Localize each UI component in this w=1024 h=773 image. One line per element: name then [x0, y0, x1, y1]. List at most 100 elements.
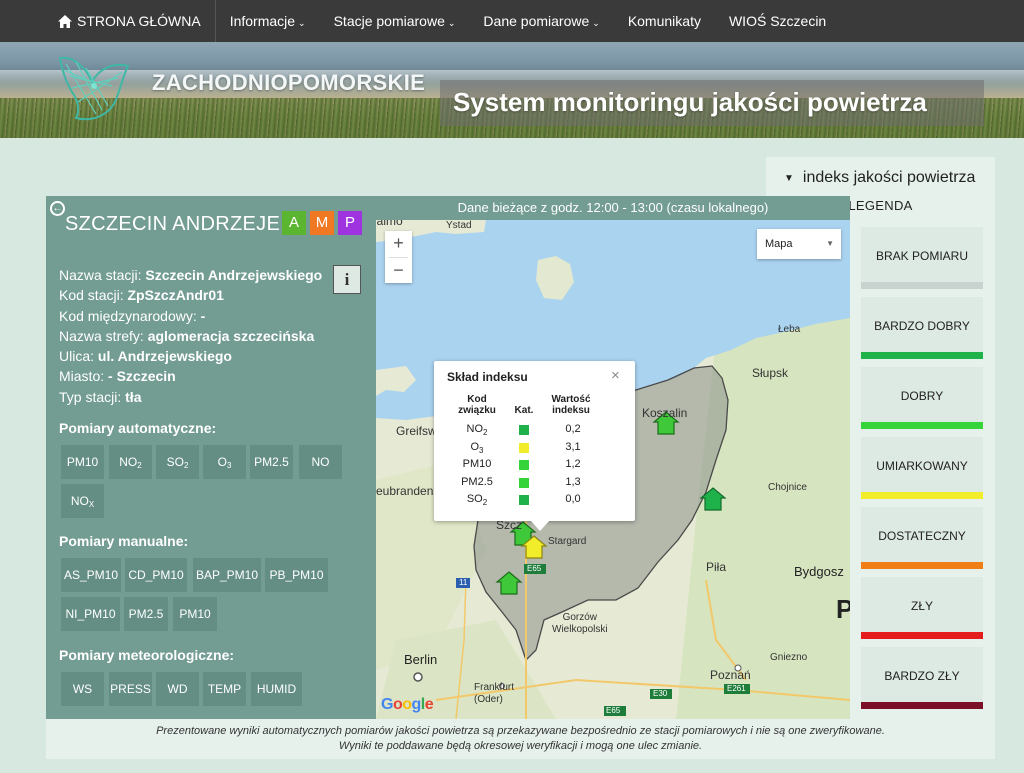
property-label: Ulica: — [59, 348, 98, 365]
nav-home-link[interactable]: STRONA GŁÓWNA — [0, 0, 216, 42]
property-label: Kod międzynarodowy: — [59, 307, 201, 324]
home-icon — [58, 14, 72, 28]
station-badge-p[interactable]: P — [338, 211, 362, 235]
system-title: System monitoringu jakości powietrza — [453, 87, 927, 117]
region-logo-icon[interactable] — [56, 52, 136, 126]
back-arrow-icon[interactable]: ← — [50, 201, 65, 216]
chip-label: PB_PM10 — [269, 568, 324, 582]
map-label: Bydgosz — [794, 564, 844, 579]
nav-item-stacje[interactable]: Stacje pomiarowe ⌄ — [320, 0, 470, 42]
map-label: lalmö — [376, 220, 403, 228]
index-value: 3,1 — [565, 440, 581, 453]
legend-item: UMIARKOWANY — [861, 437, 983, 499]
chip-label: BAP_PM10 — [195, 568, 259, 582]
popup-row: PM2.5 1,3 — [434, 476, 635, 493]
nav-item-dane[interactable]: Dane pomiarowe ⌄ — [469, 0, 613, 42]
meteo-measurement-chip[interactable]: HUMID — [251, 672, 302, 706]
automatic-measurement-chip[interactable]: NO2 — [109, 445, 152, 479]
station-name: SZCZECIN ANDRZEJE... — [65, 213, 298, 235]
meteo-measurements-title: Pomiary meteorologiczne: — [59, 647, 235, 663]
chip-label: NO — [311, 455, 330, 469]
automatic-measurement-chip[interactable]: NOX — [61, 484, 104, 518]
pollutant-subscript: 3 — [479, 445, 484, 455]
road-shield: E65 — [606, 706, 621, 715]
meteo-measurement-chip[interactable]: TEMP — [203, 672, 246, 706]
road-shield: E261 — [727, 684, 746, 693]
popup-col-val: Wartość indeksu — [551, 394, 591, 416]
legend-item: DOBRY — [861, 367, 983, 429]
property-label: Nazwa stacji: — [59, 267, 146, 283]
nav-item-informacje[interactable]: Informacje ⌄ — [216, 0, 320, 42]
pollutant-base: PM2.5 — [461, 475, 493, 488]
zoom-out-button[interactable]: − — [385, 258, 412, 284]
legend-item: ZŁY — [861, 577, 983, 639]
meteo-measurement-chip[interactable]: PRESS — [109, 672, 152, 706]
station-badge-a[interactable]: A — [282, 211, 306, 235]
chip-label: O — [217, 455, 227, 469]
station-property: Typ stacji: tła — [59, 387, 322, 407]
automatic-measurement-chip[interactable]: O3 — [203, 445, 246, 479]
manual-measurement-chip[interactable]: PM2.5 — [124, 597, 168, 631]
chip-subscript: X — [88, 500, 95, 509]
manual-measurement-chip[interactable]: BAP_PM10 — [193, 558, 261, 592]
popup-row: SO2 0,0 — [434, 493, 635, 510]
close-icon[interactable]: × — [611, 367, 620, 384]
station-properties: Nazwa stacji: Szczecin Andrzejewskiego Ko… — [59, 265, 322, 407]
zoom-control: + − — [385, 231, 412, 283]
legend-toggle[interactable]: ▼ indeks jakości powietrza — [784, 169, 975, 187]
property-label: Miasto: — [59, 368, 109, 385]
popup-row: NO2 0,2 — [434, 423, 635, 440]
automatic-measurement-chip[interactable]: PM10 — [61, 445, 104, 479]
manual-measurement-chip[interactable]: NI_PM10 — [61, 597, 120, 631]
station-badge-m[interactable]: M — [310, 211, 334, 235]
map-label: Frankfurt (Oder) — [474, 682, 515, 705]
chip-label: NI_PM10 — [65, 607, 116, 621]
popup-col-code: Kod związku — [458, 394, 496, 416]
chip-label: PM10 — [66, 455, 99, 469]
nav-item-komunikaty[interactable]: Komunikaty — [614, 0, 715, 42]
chip-label: CD_PM10 — [128, 568, 184, 582]
zoom-in-button[interactable]: + — [385, 231, 412, 257]
nav-item-wios[interactable]: WIOŚ Szczecin — [715, 0, 840, 42]
meteo-measurement-chip[interactable]: WD — [156, 672, 199, 706]
legend-item: DOSTATECZNY — [861, 507, 983, 569]
info-icon[interactable]: i — [333, 265, 361, 294]
road-shield: 11 — [459, 578, 468, 587]
manual-measurement-chip[interactable]: PB_PM10 — [265, 558, 328, 592]
nav-item-label: Komunikaty — [627, 13, 701, 29]
category-swatch — [519, 425, 529, 435]
legend-item: BRAK POMIARU — [861, 227, 983, 289]
property-value: - — [200, 307, 206, 324]
meteo-measurement-chip[interactable]: WS — [61, 672, 104, 706]
map-label: Berlin — [404, 652, 438, 667]
map-label: Gniezno — [770, 652, 808, 663]
legend-color-bar — [861, 422, 983, 429]
chevron-down-icon: ⌄ — [592, 17, 600, 28]
automatic-measurement-chip[interactable]: PM2.5 — [250, 445, 293, 479]
manual-measurement-chip[interactable]: CD_PM10 — [125, 558, 187, 592]
manual-measurement-chip[interactable]: PM10 — [173, 597, 217, 631]
top-nav: STRONA GŁÓWNA Informacje ⌄ Stacje pomiaro… — [0, 0, 1024, 42]
pollutant-code: NO2 — [456, 423, 498, 437]
manual-measurement-chip[interactable]: AS_PM10 — [61, 558, 121, 592]
disclaimer-line-1: Prezentowane wyniki automatycznych pomia… — [156, 725, 885, 737]
pollutant-base: NO — [466, 423, 484, 435]
index-value: 0,0 — [565, 493, 581, 505]
category-swatch — [519, 477, 529, 488]
station-badges: AMP — [282, 211, 362, 235]
pollutant-code: O3 — [456, 441, 498, 455]
legend-color-bar — [861, 282, 983, 289]
chip-label: WS — [72, 682, 93, 696]
map-label: Greifsw — [396, 424, 437, 438]
chip-subscript: 2 — [137, 461, 142, 470]
popup-row: PM10 1,2 — [434, 458, 635, 475]
automatic-measurement-chip[interactable]: NO — [299, 445, 342, 479]
map-label: Poznań — [710, 668, 751, 682]
map-type-select[interactable]: Mapa ▼ — [757, 229, 841, 259]
legend-title: indeks jakości powietrza — [802, 169, 976, 186]
chip-label: PRESS — [110, 682, 151, 696]
nav-item-label: Dane pomiarowe — [483, 13, 590, 29]
google-logo[interactable]: Google — [381, 696, 434, 714]
automatic-measurement-chip[interactable]: SO2 — [156, 445, 199, 479]
property-value: ul. Andrzejewskiego — [97, 348, 232, 365]
